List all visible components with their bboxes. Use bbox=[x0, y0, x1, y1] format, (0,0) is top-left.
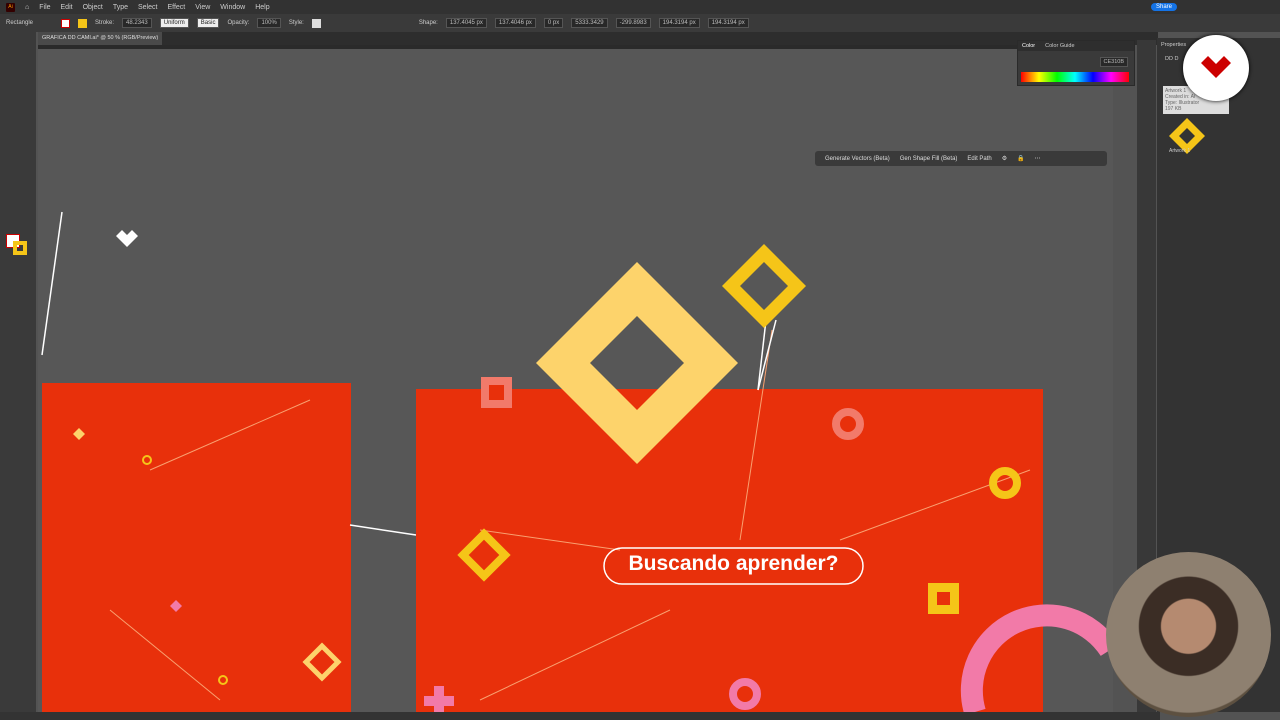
artwork bbox=[41, 211, 1113, 712]
object-type: Rectangle bbox=[6, 20, 34, 26]
right-red-panel bbox=[416, 389, 1043, 712]
white-chevron-shape bbox=[116, 230, 138, 247]
home-icon[interactable]: ⌂ bbox=[25, 4, 29, 11]
profile-select[interactable]: Uniform bbox=[159, 18, 189, 28]
channel-logo bbox=[1183, 35, 1249, 101]
stroke-label: Stroke: bbox=[95, 20, 115, 26]
gen-shape-fill-button[interactable]: Gen Shape Fill (Beta) bbox=[900, 156, 958, 162]
fill-swatch[interactable] bbox=[61, 18, 71, 28]
webcam-overlay bbox=[1106, 552, 1271, 717]
brush-select[interactable]: Basic bbox=[196, 18, 220, 28]
share-button[interactable]: Share bbox=[1151, 3, 1178, 11]
shape-height-input[interactable]: 137.4046 px bbox=[494, 18, 536, 28]
stroke-swatch[interactable] bbox=[78, 18, 88, 28]
selected-yellow-diamond bbox=[722, 244, 806, 328]
menu-bar: Ai ⌂ File Edit Object Type Select Effect… bbox=[0, 0, 1280, 14]
shape-label: Shape: bbox=[418, 20, 438, 26]
document-tab[interactable]: GRAFICA DD CAMI.ai* @ 50 % (RGB/Preview) bbox=[38, 32, 163, 45]
tab-color-guide[interactable]: Color Guide bbox=[1045, 43, 1074, 49]
control-bar: Rectangle Stroke: 48.2343 Uniform Basic … bbox=[0, 14, 1280, 32]
contextual-task-bar: Generate Vectors (Beta) Gen Shape Fill (… bbox=[815, 151, 1107, 166]
menu-edit[interactable]: Edit bbox=[61, 4, 73, 11]
menu-file[interactable]: File bbox=[39, 4, 50, 11]
illustrator-logo: Ai bbox=[6, 2, 15, 12]
shape-width-input[interactable]: 137.4045 px bbox=[445, 18, 487, 28]
y-input[interactable]: -299.8983 bbox=[615, 18, 651, 28]
opacity-label: Opacity: bbox=[227, 20, 250, 26]
menu-object[interactable]: Object bbox=[83, 4, 103, 11]
hex-input[interactable]: CE310B bbox=[1099, 57, 1128, 67]
settings-icon[interactable]: ⚙ bbox=[1002, 155, 1007, 162]
menu-view[interactable]: View bbox=[195, 4, 210, 11]
headline-text[interactable]: Buscando aprender? bbox=[604, 552, 863, 576]
menu-window[interactable]: Window bbox=[220, 4, 245, 11]
stroke-weight-input[interactable]: 48.2343 bbox=[122, 18, 152, 28]
generate-vectors-button[interactable]: Generate Vectors (Beta) bbox=[825, 156, 890, 162]
more-icon[interactable]: ⋯ bbox=[1035, 155, 1041, 162]
menu-effect[interactable]: Effect bbox=[167, 4, 185, 11]
color-panel: Color Color Guide CE310B bbox=[1017, 40, 1135, 86]
menu-help[interactable]: Help bbox=[255, 4, 269, 11]
x-input[interactable]: 5333.3429 bbox=[571, 18, 608, 28]
corner-input[interactable]: 0 px bbox=[543, 18, 564, 28]
artwork-label: Artwork 1 bbox=[1169, 148, 1191, 154]
tab-color[interactable]: Color bbox=[1022, 43, 1035, 49]
document-tabs: GRAFICA DD CAMI.ai* @ 50 % (RGB/Preview) bbox=[38, 32, 1158, 45]
status-bar bbox=[0, 712, 1160, 720]
style-swatch[interactable] bbox=[311, 18, 321, 28]
menu-select[interactable]: Select bbox=[138, 4, 157, 11]
artboard-canvas[interactable]: Buscando aprender? bbox=[38, 49, 1113, 712]
menu-type[interactable]: Type bbox=[113, 4, 128, 11]
color-spectrum[interactable] bbox=[1021, 72, 1129, 82]
edit-path-button[interactable]: Edit Path bbox=[967, 156, 991, 162]
h-input[interactable]: 194.3194 px bbox=[707, 18, 749, 28]
fill-stroke-icon[interactable] bbox=[6, 234, 28, 256]
lock-icon[interactable]: 🔒 bbox=[1017, 155, 1024, 162]
style-label: Style: bbox=[288, 20, 304, 26]
tools-panel bbox=[0, 32, 36, 712]
opacity-input[interactable]: 100% bbox=[257, 18, 281, 28]
w-input[interactable]: 194.3194 px bbox=[658, 18, 700, 28]
